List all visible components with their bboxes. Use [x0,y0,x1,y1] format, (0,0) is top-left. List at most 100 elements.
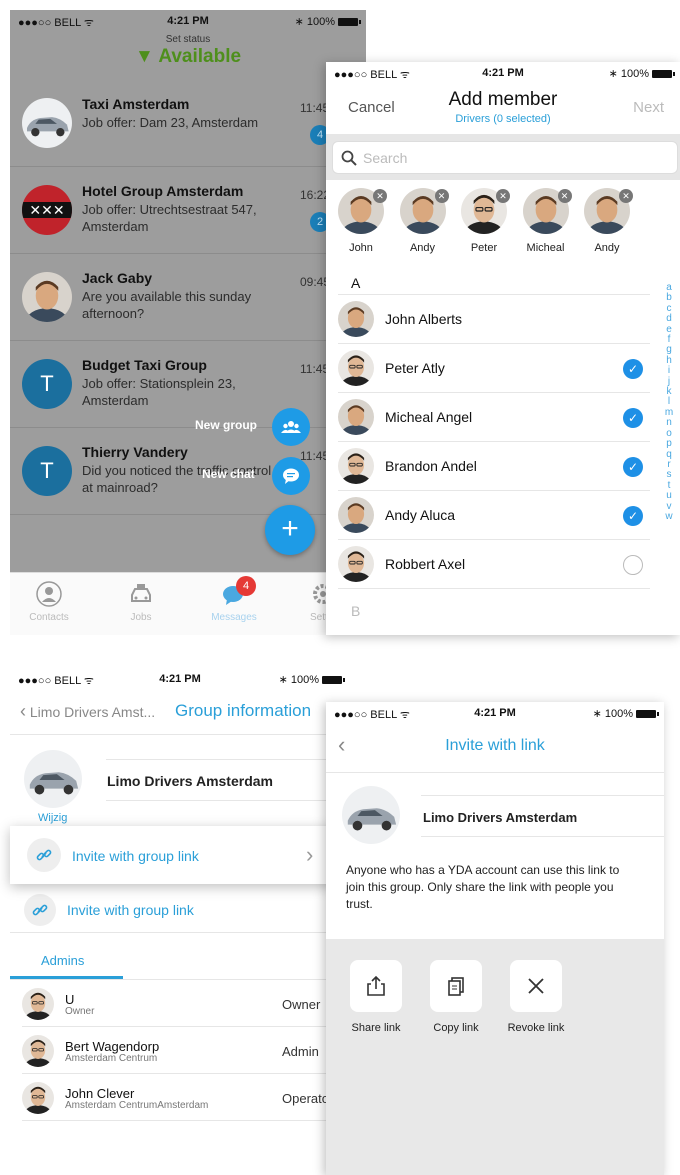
remove-icon[interactable]: ✕ [373,189,387,203]
contact-row[interactable]: Peter Atly ✓ [326,344,666,393]
selected-member[interactable]: ✕ Micheal [523,188,573,258]
member-row[interactable]: John Clever Amsterdam CentrumAmsterdam Ope… [10,1074,350,1121]
next-button[interactable]: Next [633,99,664,116]
new-message-fab[interactable]: + [265,505,315,555]
divider [421,795,664,796]
copy-link-button[interactable]: Copy link [430,960,482,1050]
contact-row[interactable]: Micheal Angel ✓ [326,393,666,442]
contact-list: John Alberts Peter Atly ✓ Micheal Angel ✓ Bra… [326,295,666,595]
person-icon [36,581,62,607]
conversation-preview: Job offer: Dam 23, Amsterdam [82,115,259,130]
contact-row[interactable]: Brandon Andel ✓ [326,442,666,491]
chevron-left-icon: ‹ [20,701,26,721]
remove-icon[interactable]: ✕ [496,189,510,203]
back-button[interactable]: ‹ Limo Drivers Amst... [20,701,155,722]
alphabet-letter[interactable]: u [662,490,676,501]
edit-avatar-link[interactable]: Wijzig [38,812,67,824]
share-link-button[interactable]: Share link [350,960,402,1050]
conversation-row[interactable]: T Thierry Vandery Did you noticed the traf… [10,428,366,515]
selected-name: John [349,242,373,254]
chevron-right-icon: › [306,842,314,867]
conversation-preview: Are you available this sunday afternoon? [82,289,252,321]
status-bar: ●●●○○ BELL ᯤ 4:21 PM ∗ 100% [10,668,350,690]
remove-icon[interactable]: ✕ [619,189,633,203]
contact-name: Robbert Axel [385,556,466,572]
divider [326,772,664,773]
conversation-row[interactable]: Taxi Amsterdam Job offer: Dam 23, Amsterd… [10,80,366,167]
action-label: Revoke link [507,1022,565,1034]
invite-popup-card[interactable]: Invite with group link › [10,826,340,884]
conversation-row[interactable]: T Budget Taxi Group Job offer: Stationsple… [10,341,366,428]
tab-label: Jobs [130,612,152,623]
divider [22,1120,350,1121]
conversation-name: Budget Taxi Group [82,357,207,373]
conversation-list: Taxi Amsterdam Job offer: Dam 23, Amsterd… [10,80,366,572]
battery-indicator: ∗ 100% [609,67,675,80]
group-icon [281,420,301,433]
messages-badge: 4 [236,576,256,596]
conversation-preview: Job offer: Stationsplein 23, Amsterdam [82,376,236,408]
battery-indicator: ∗ 100% [295,15,361,28]
member-avatar [22,1035,54,1067]
conversation-time: 11:45 [300,101,330,115]
revoke-link-button[interactable]: Revoke link [508,960,564,1050]
search-input[interactable]: Search [332,141,678,174]
alphabet-letter[interactable]: p [662,438,676,449]
alphabet-index[interactable]: abcdefghijklmnopqrstuvw [662,282,676,522]
conversation-name: Hotel Group Amsterdam [82,183,244,199]
member-row[interactable]: U Owner Owner [10,980,350,1027]
tab-jobs[interactable]: Jobs [114,581,168,623]
invite-actions-panel: Share link Copy link Revoke link [326,939,664,1175]
new-group-button[interactable] [272,408,310,446]
checkbox-unchecked[interactable] [623,555,643,575]
contact-name: Andy Aluca [385,507,456,523]
tab-admins[interactable]: Admins [41,953,84,968]
contact-avatar [338,399,374,435]
contact-name: John Alberts [385,311,463,327]
contact-row[interactable]: Andy Aluca ✓ [326,491,666,540]
invite-group-link-row[interactable]: Invite with group link [24,892,344,928]
selected-member[interactable]: ✕ John [338,188,388,258]
divider [106,800,326,801]
tab-label: Messages [211,612,257,623]
taxi-icon [131,584,151,602]
close-icon [510,960,562,1012]
conversation-time: 11:45 [300,362,330,376]
status-bar: ●●●○○ BELL ᯤ 4:21 PM ∗ 100% [10,10,366,32]
divider [10,734,350,735]
checkbox-checked[interactable]: ✓ [623,506,643,526]
checkbox-checked[interactable]: ✓ [623,359,643,379]
remove-icon[interactable]: ✕ [557,189,572,203]
contact-row[interactable]: Robbert Axel [326,540,666,589]
conversation-name: Jack Gaby [82,270,153,286]
group-avatar[interactable] [24,750,82,808]
selected-member[interactable]: ✕ Andy [584,188,634,258]
share-icon [350,960,402,1012]
checkbox-checked[interactable]: ✓ [623,457,643,477]
group-name: Limo Drivers Amsterdam [423,810,578,825]
new-chat-button[interactable] [272,457,310,495]
conversation-row[interactable]: Jack Gaby Are you available this sunday a… [10,254,366,341]
selected-member[interactable]: ✕ Andy [400,188,450,258]
contact-row[interactable]: John Alberts [326,295,666,344]
status-header[interactable]: Set status ▼ Available [10,32,366,80]
tab-contacts[interactable]: Contacts [22,581,76,623]
member-name: U [65,992,75,1007]
member-avatar [22,988,54,1020]
member-row[interactable]: Bert Wagendorp Amsterdam Centrum Admin [10,1027,350,1074]
member-name: John Clever [65,1086,135,1101]
invite-popup-label: Invite with group link [72,848,199,864]
link-icon [36,849,52,861]
alphabet-letter[interactable]: w [662,511,676,522]
contact-name: Peter Atly [385,360,445,376]
selected-name: Micheal [526,242,565,254]
conversation-row[interactable]: ✕✕✕ Hotel Group Amsterdam Job offer: Utrec… [10,167,366,254]
selected-member[interactable]: ✕ Peter [461,188,511,258]
add-member-screen: ●●●○○ BELL ᯤ 4:21 PM ∗ 100% Cancel Add m… [326,62,680,635]
new-chat-label: New chat [202,467,255,481]
remove-icon[interactable]: ✕ [434,189,449,203]
contact-name: Micheal Angel [385,409,473,425]
tab-messages[interactable]: Messages 4 [204,576,264,623]
checkbox-checked[interactable]: ✓ [623,408,643,428]
battery-indicator: ∗ 100% [279,673,345,686]
